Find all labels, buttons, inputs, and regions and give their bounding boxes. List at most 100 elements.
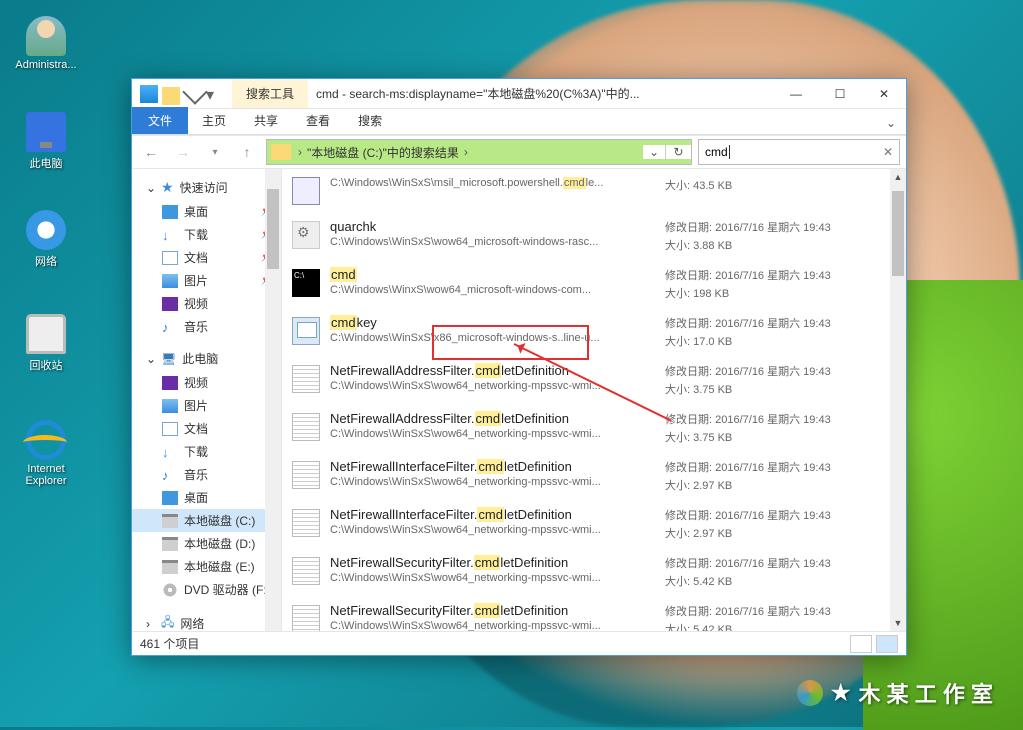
nav-item-desktop[interactable]: 桌面📌 xyxy=(132,200,281,223)
breadcrumb-segment[interactable]: "本地磁盘 (C:)"中的搜索结果 xyxy=(305,144,461,161)
music-icon: ♪ xyxy=(162,468,178,482)
nav-item-vid[interactable]: 视频 xyxy=(132,292,281,315)
result-name: cmd xyxy=(330,267,655,282)
qat-properties-icon[interactable] xyxy=(162,87,180,105)
result-row[interactable]: cmdkeyC:\Windows\WinSxS\x86_microsoft-wi… xyxy=(282,309,890,357)
result-row[interactable]: quarchk C:\Windows\WinSxS\wow64_microsoft… xyxy=(282,213,890,261)
result-row[interactable]: cmdC:\Windows\WinxS\wow64_microsoft-wind… xyxy=(282,261,890,309)
result-path: C:\Windows\WinSxS\wow64_networking-mpssv… xyxy=(330,476,655,488)
nav-item-img[interactable]: 图片 xyxy=(132,394,281,417)
result-name: quarchk xyxy=(330,219,655,234)
search-input[interactable]: cmd ✕ xyxy=(698,139,900,165)
nav-item-label: 本地磁盘 (D:) xyxy=(184,535,255,552)
nav-forward-button[interactable]: → xyxy=(170,139,196,165)
file-txt-icon xyxy=(292,605,320,631)
scroll-down-icon[interactable]: ▼ xyxy=(890,615,906,631)
address-bar[interactable]: › "本地磁盘 (C:)"中的搜索结果 › ⌄ ↻ xyxy=(266,139,692,165)
result-name: NetFirewallSecurityFilter.cmdletDefiniti… xyxy=(330,555,655,570)
item-count: 461 个项目 xyxy=(140,635,199,652)
nav-recent-dropdown[interactable]: ▾ xyxy=(202,139,228,165)
explorer-window: ▾ 搜索工具 cmd - search-ms:displayname="本地磁盘… xyxy=(131,78,907,656)
nav-item-label: 本地磁盘 (C:) xyxy=(184,512,255,529)
tab-view[interactable]: 查看 xyxy=(292,107,344,134)
view-tiles-button[interactable] xyxy=(876,635,898,653)
watermark: ★ 木 某 工 作 室 xyxy=(797,677,993,709)
nav-item-doc[interactable]: 文档 xyxy=(132,417,281,440)
clear-search-icon[interactable]: ✕ xyxy=(883,145,893,159)
result-path: C:\Windows\WinSxS\wow64_microsoft-window… xyxy=(330,236,655,248)
qat-newfolder-icon[interactable] xyxy=(182,79,207,104)
nav-item-music[interactable]: ♪音乐 xyxy=(132,315,281,338)
result-meta: 修改日期: 2016/7/16 星期六 19:43大小: 2.97 KB xyxy=(665,459,880,493)
file-ps-icon xyxy=(292,177,320,205)
nav-item-vid[interactable]: 视频 xyxy=(132,371,281,394)
breadcrumb-sep-icon[interactable]: › xyxy=(461,145,471,159)
result-row[interactable]: NetFirewallInterfaceFilter.cmdletDefinit… xyxy=(282,453,890,501)
desktop-icon-administrator[interactable]: Administra... xyxy=(12,16,80,71)
recycle-bin-icon xyxy=(26,314,66,354)
tab-share[interactable]: 共享 xyxy=(240,107,292,134)
breadcrumb-sep-icon[interactable]: › xyxy=(295,145,305,159)
quick-access-toolbar: ▾ xyxy=(132,85,232,103)
desktop-icon-recycle-bin[interactable]: 回收站 xyxy=(12,314,80,373)
ribbon-expand-icon[interactable]: ⌄ xyxy=(876,112,906,134)
navigation-pane: ⌄★快速访问 桌面📌↓下载📌文档📌图片📌视频♪音乐 ⌄🖥此电脑 视频图片文档↓下… xyxy=(132,169,282,631)
nav-item-drive[interactable]: 本地磁盘 (E:) xyxy=(132,555,281,578)
tab-file[interactable]: 文件 xyxy=(132,107,188,134)
content-scrollbar[interactable]: ▲ ▼ xyxy=(890,169,906,631)
close-button[interactable]: ✕ xyxy=(862,80,906,108)
search-text: cmd xyxy=(705,145,728,159)
nav-network[interactable]: ›🖧网络 xyxy=(132,609,281,631)
minimize-button[interactable]: — xyxy=(774,80,818,108)
nav-item-music[interactable]: ♪音乐 xyxy=(132,463,281,486)
nav-scrollbar[interactable] xyxy=(265,169,281,631)
result-meta: 修改日期: 2016/7/16 星期六 19:43大小: 5.42 KB xyxy=(665,555,880,589)
result-row[interactable]: C:\Windows\WinSxS\msil_microsoft.powersh… xyxy=(282,169,890,213)
result-row[interactable]: NetFirewallSecurityFilter.cmdletDefiniti… xyxy=(282,597,890,631)
result-path: C:\Windows\WinSxS\wow64_networking-mpssv… xyxy=(330,620,655,631)
scroll-up-icon[interactable]: ▲ xyxy=(890,169,906,185)
drive-icon xyxy=(162,560,178,574)
app-icon[interactable] xyxy=(140,85,158,103)
result-name: cmdkey xyxy=(330,315,655,330)
result-meta: 修改日期: 2016/7/16 星期六 19:43大小: 198 KB xyxy=(665,267,880,301)
address-dropdown-icon[interactable]: ⌄ xyxy=(643,145,665,159)
result-row[interactable]: NetFirewallSecurityFilter.cmdletDefiniti… xyxy=(282,549,890,597)
nav-this-pc[interactable]: ⌄🖥此电脑 xyxy=(132,346,281,371)
maximize-button[interactable]: ☐ xyxy=(818,80,862,108)
nav-item-drive[interactable]: 本地磁盘 (D:) xyxy=(132,532,281,555)
file-txt-icon xyxy=(292,365,320,393)
result-row[interactable]: NetFirewallInterfaceFilter.cmdletDefinit… xyxy=(282,501,890,549)
desktop-icon-this-pc[interactable]: 此电脑 xyxy=(12,112,80,171)
nav-item-doc[interactable]: 文档📌 xyxy=(132,246,281,269)
result-path: C:\Windows\WinSxS\msil_microsoft.powersh… xyxy=(330,177,655,189)
nav-item-drive[interactable]: 本地磁盘 (C:) xyxy=(132,509,281,532)
result-meta: 修改日期: 2016/7/16 星期六 19:43大小: 3.75 KB xyxy=(665,411,880,445)
nav-item-dl[interactable]: ↓下载📌 xyxy=(132,223,281,246)
nav-item-dl[interactable]: ↓下载 xyxy=(132,440,281,463)
nav-quick-access[interactable]: ⌄★快速访问 xyxy=(132,175,281,200)
result-name: NetFirewallAddressFilter.cmdletDefinitio… xyxy=(330,363,655,378)
folder-icon xyxy=(271,144,291,160)
result-row[interactable]: NetFirewallAddressFilter.cmdletDefinitio… xyxy=(282,405,890,453)
search-tools-contextual-tab[interactable]: 搜索工具 xyxy=(232,79,308,108)
dl-icon: ↓ xyxy=(162,228,178,242)
refresh-button[interactable]: ↻ xyxy=(665,145,691,159)
scroll-thumb[interactable] xyxy=(892,191,904,276)
tab-search[interactable]: 搜索 xyxy=(344,107,396,134)
nav-item-desktop[interactable]: 桌面 xyxy=(132,486,281,509)
tab-home[interactable]: 主页 xyxy=(188,107,240,134)
nav-item-img[interactable]: 图片📌 xyxy=(132,269,281,292)
view-details-button[interactable] xyxy=(850,635,872,653)
pc-icon xyxy=(26,112,66,152)
desktop-icon-internet-explorer[interactable]: Internet Explorer xyxy=(12,420,80,487)
result-row[interactable]: NetFirewallAddressFilter.cmdletDefinitio… xyxy=(282,357,890,405)
nav-up-button[interactable]: ↑ xyxy=(234,139,260,165)
img-icon xyxy=(162,274,178,288)
qat-dropdown-icon[interactable]: ▾ xyxy=(206,85,224,103)
nav-item-dvd[interactable]: DVD 驱动器 (F:) xyxy=(132,578,281,601)
desktop-icon-network[interactable]: 网络 xyxy=(12,210,80,269)
dl-icon: ↓ xyxy=(162,445,178,459)
doc-icon xyxy=(162,251,178,265)
nav-back-button[interactable]: ← xyxy=(138,139,164,165)
